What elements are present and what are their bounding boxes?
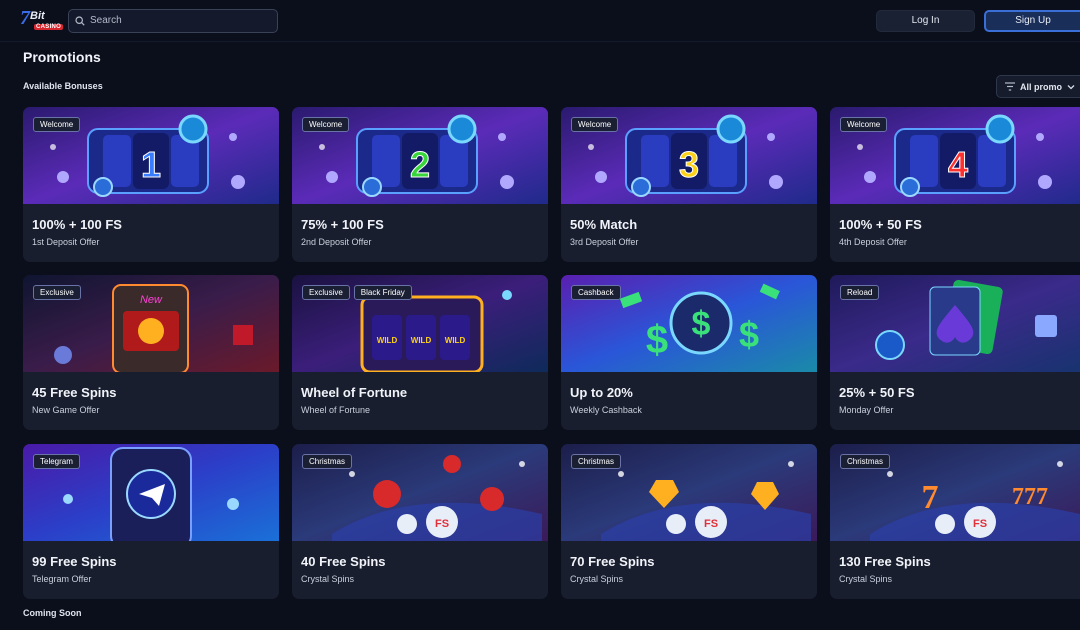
promo-tags: Christmas	[571, 454, 622, 469]
svg-text:WILD: WILD	[445, 336, 466, 345]
svg-text:777: 777	[1012, 484, 1048, 510]
promo-card[interactable]: FS Christmas 40 Free Spins Crystal Spins	[292, 444, 548, 599]
promo-tags: Christmas	[302, 454, 353, 469]
promo-subtitle: 3rd Deposit Offer	[570, 237, 639, 247]
filter-icon	[1005, 82, 1015, 91]
promo-subtitle: Crystal Spins	[570, 574, 624, 584]
promo-tags: Exclusive Black Friday	[302, 285, 412, 300]
signup-button[interactable]: Sign Up	[984, 9, 1080, 32]
promo-title: 25% + 50 FS	[839, 385, 915, 400]
promo-card[interactable]: WILD WILD WILD Exclusive Black Friday Whee…	[292, 275, 548, 430]
promo-subtitle: Crystal Spins	[301, 574, 355, 584]
promo-tags: Cashback	[571, 285, 621, 300]
promo-title: Wheel of Fortune	[301, 385, 408, 400]
promo-tags: Welcome	[33, 117, 81, 132]
section-title-available: Available Bonuses	[23, 81, 103, 91]
promo-filter-dropdown[interactable]: All promo	[996, 75, 1080, 98]
promo-card[interactable]: 2 Welcome 75% + 100 FS 2nd Deposit Offer	[292, 107, 548, 262]
promo-tags: Christmas	[840, 454, 891, 469]
svg-text:WILD: WILD	[411, 336, 432, 345]
promo-tags: Reload	[840, 285, 880, 300]
promo-tag: Welcome	[302, 117, 350, 132]
svg-text:FS: FS	[704, 518, 718, 530]
svg-text:FS: FS	[435, 518, 449, 530]
logo-number: 7	[20, 6, 30, 29]
site-logo[interactable]: 7 Bit CASINO	[20, 6, 64, 34]
promo-tag: Christmas	[571, 454, 622, 469]
promo-tags: Welcome	[302, 117, 350, 132]
promo-card[interactable]: New Exclusive 45 Free Spins New Game Offer	[23, 275, 279, 430]
promo-subtitle: 4th Deposit Offer	[839, 237, 907, 247]
promo-card[interactable]: $ $ $ Cashback Up to 20% Weekly Cashback	[561, 275, 817, 430]
promo-tag: Welcome	[840, 117, 888, 132]
promo-card[interactable]: Reload 25% + 50 FS Monday Offer	[830, 275, 1080, 430]
svg-text:4: 4	[948, 144, 968, 185]
promo-tag: Cashback	[571, 285, 621, 300]
promo-subtitle: 2nd Deposit Offer	[301, 237, 372, 247]
logo-badge: CASINO	[34, 23, 64, 30]
svg-text:3: 3	[679, 144, 699, 185]
promo-title: Up to 20%	[570, 385, 633, 400]
promo-subtitle: Monday Offer	[839, 405, 894, 415]
section-title-coming-soon: Coming Soon	[23, 608, 82, 618]
promo-title: 75% + 100 FS	[301, 217, 384, 232]
page-title: Promotions	[23, 49, 101, 65]
promo-title: 99 Free Spins	[32, 554, 117, 569]
promo-tags: Welcome	[571, 117, 619, 132]
promo-tag: Christmas	[302, 454, 353, 469]
search-input[interactable]	[90, 15, 270, 26]
promo-title: 70 Free Spins	[570, 554, 655, 569]
promo-tags: Welcome	[840, 117, 888, 132]
filter-label: All promo	[1020, 81, 1062, 92]
promo-tags: Exclusive	[33, 285, 81, 300]
promo-card[interactable]: 3 Welcome 50% Match 3rd Deposit Offer	[561, 107, 817, 262]
promo-subtitle: New Game Offer	[32, 405, 100, 415]
promo-tag: Welcome	[33, 117, 81, 132]
promo-tag: Exclusive	[302, 285, 350, 300]
promo-tag: Christmas	[840, 454, 891, 469]
promo-title: 130 Free Spins	[839, 554, 931, 569]
svg-text:$: $	[739, 314, 759, 355]
promo-card[interactable]: FS 7 777 Christmas 130 Free Spins Crystal S…	[830, 444, 1080, 599]
promo-card[interactable]: FS Christmas 70 Free Spins Crystal Spins	[561, 444, 817, 599]
promo-title: 45 Free Spins	[32, 385, 117, 400]
promo-subtitle: Weekly Cashback	[570, 405, 642, 415]
promo-card[interactable]: 1 Welcome 100% + 100 FS 1st Deposit Offer	[23, 107, 279, 262]
promo-subtitle: Crystal Spins	[839, 574, 893, 584]
svg-text:1: 1	[141, 144, 161, 185]
promo-tag: Reload	[840, 285, 880, 300]
svg-text:FS: FS	[973, 518, 987, 530]
svg-text:$: $	[646, 318, 668, 362]
promo-title: 50% Match	[570, 217, 638, 232]
promo-subtitle: 1st Deposit Offer	[32, 237, 100, 247]
svg-text:2: 2	[410, 144, 430, 185]
search-icon	[75, 15, 85, 26]
promo-card[interactable]: Telegram 99 Free Spins Telegram Offer	[23, 444, 279, 599]
promo-tag: Black Friday	[353, 285, 412, 300]
promo-title: 100% + 50 FS	[839, 217, 922, 232]
top-header: 7 Bit CASINO Log In Sign Up	[0, 0, 1080, 42]
promo-tag: Welcome	[571, 117, 619, 132]
svg-text:WILD: WILD	[377, 336, 398, 345]
promo-tags: Telegram	[33, 454, 80, 469]
svg-text:$: $	[692, 305, 711, 343]
svg-text:New: New	[140, 294, 163, 306]
promo-subtitle: Telegram Offer	[32, 574, 92, 584]
promo-card[interactable]: 4 Welcome 100% + 50 FS 4th Deposit Offer	[830, 107, 1080, 262]
search-box[interactable]	[68, 8, 278, 33]
login-button[interactable]: Log In	[876, 9, 975, 32]
chevron-down-icon	[1067, 84, 1075, 89]
promo-subtitle: Wheel of Fortune	[301, 405, 371, 415]
promo-tag: Exclusive	[33, 285, 81, 300]
logo-word: Bit	[30, 9, 45, 22]
promo-tag: Telegram	[33, 454, 80, 469]
promo-title: 40 Free Spins	[301, 554, 386, 569]
svg-text:7: 7	[922, 479, 939, 516]
promo-title: 100% + 100 FS	[32, 217, 122, 232]
